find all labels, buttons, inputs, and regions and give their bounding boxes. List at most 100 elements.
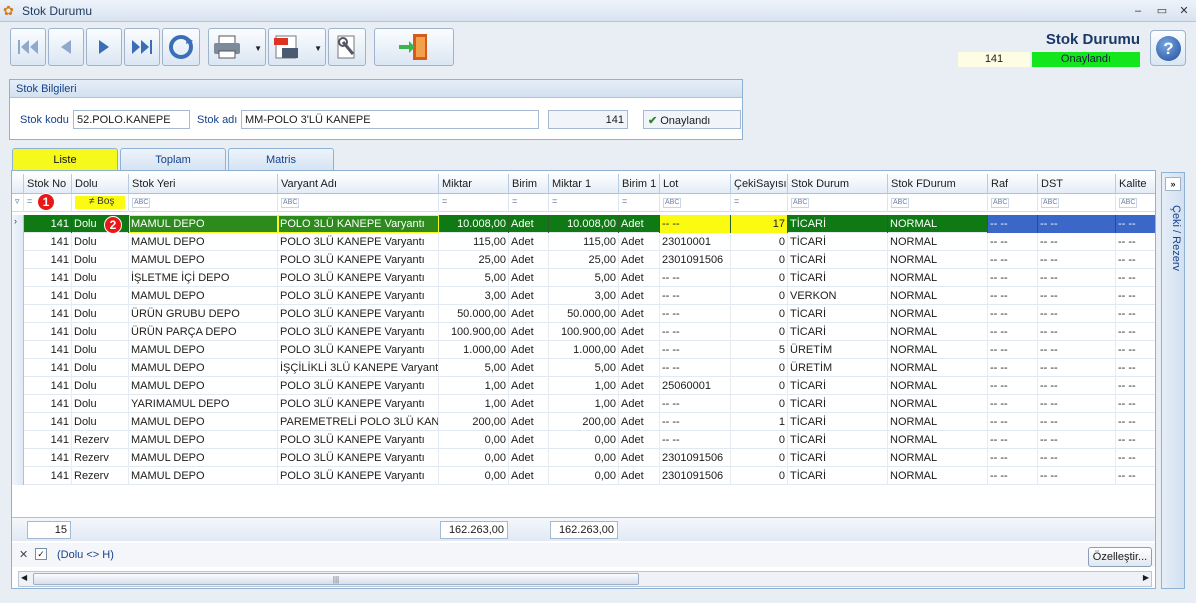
column-header-lot[interactable]: Lot [660,174,731,194]
row-indicator[interactable] [12,413,24,431]
column-header-ceki-sayisi[interactable]: ÇekiSayısı [731,174,788,194]
next-record-button[interactable] [86,28,122,66]
filter-cell-varyant-adi[interactable]: ABC [278,194,439,212]
filter-cell-lot[interactable]: ABC [660,194,731,212]
print-dropdown-icon[interactable]: ▼ [254,44,262,53]
dolu-filter-value[interactable]: ≠ Boş [75,196,125,209]
table-row[interactable]: 141 Dolu ÜRÜN PARÇA DEPO POLO 3LÜ KANEPE Va… [12,323,1155,341]
table-row[interactable]: 141 Dolu MAMUL DEPO POLO 3LÜ KANEPE Varyant… [12,233,1155,251]
filter-icon[interactable]: ▿ [12,194,24,212]
table-row[interactable]: 141 Rezerv MAMUL DEPO POLO 3LÜ KANEPE Varya… [12,449,1155,467]
cell-birim-1: Adet [619,323,660,341]
customize-button[interactable]: Özelleştir... [1088,547,1152,567]
filter-cell-miktar-1[interactable]: = [549,194,619,212]
table-row[interactable]: 141 Dolu MAMUL DEPO POLO 3LÜ KANEPE Varyant… [12,287,1155,305]
text-filter-icon: ABC [1119,198,1138,208]
maximize-icon[interactable]: ▭ [1154,3,1170,19]
filter-cell-stok-yeri[interactable]: ABC [129,194,278,212]
table-row[interactable]: 141 Dolu MAMUL DEPO POLO 3LÜ KANEPE Varyant… [12,251,1155,269]
row-indicator[interactable] [12,377,24,395]
text-filter-icon: ABC [132,198,151,208]
cell-varyant-adi: İŞÇİLİKLİ 3LÜ KANEPE Varyantı [278,359,439,377]
column-header-birim-1[interactable]: Birim 1 [619,174,660,194]
filter-cell-kalite[interactable]: ABC [1116,194,1155,212]
close-icon[interactable]: ✕ [1176,3,1192,19]
row-indicator[interactable] [12,251,24,269]
scroll-right-icon[interactable]: ▶ [1143,573,1149,582]
tab-toplam[interactable]: Toplam [120,148,226,170]
table-row[interactable]: 141 Dolu MAMUL DEPO POLO 3LÜ KANEPE Varyant… [12,341,1155,359]
exit-button[interactable] [374,28,454,66]
column-header-stok-fdurum[interactable]: Stok FDurum [888,174,988,194]
row-indicator[interactable] [12,467,24,485]
filter-cell-raf[interactable]: ABC [988,194,1038,212]
filter-cell-ceki-sayisi[interactable]: = [731,194,788,212]
horizontal-scrollbar[interactable]: ◀ ||| ▶ [18,571,1152,587]
row-indicator[interactable] [12,431,24,449]
text-filter-icon: ABC [791,198,810,208]
column-header-stok-no[interactable]: Stok No [24,174,72,194]
row-indicator[interactable] [12,395,24,413]
column-header-stok-yeri[interactable]: Stok Yeri [129,174,278,194]
column-header-dolu[interactable]: Dolu [72,174,129,194]
column-header-dst[interactable]: DST [1038,174,1116,194]
stock-code-field[interactable]: 52.POLO.KANEPE [73,110,190,129]
help-button[interactable]: ? [1150,30,1186,66]
side-panel[interactable]: » Çeki / Rezerv [1161,172,1185,589]
row-indicator[interactable] [12,341,24,359]
tab-liste[interactable]: Liste [12,148,118,172]
filter-cell-dolu[interactable]: ≠ Boş [72,194,129,212]
row-indicator[interactable] [12,449,24,467]
table-row[interactable]: 141 Dolu ÜRÜN GRUBU DEPO POLO 3LÜ KANEPE Va… [12,305,1155,323]
column-header-miktar[interactable]: Miktar [439,174,509,194]
first-record-button[interactable] [10,28,46,66]
row-indicator[interactable] [12,233,24,251]
tab-matris[interactable]: Matris [228,148,334,170]
cell-miktar-1: 5,00 [549,269,619,287]
row-indicator[interactable] [12,359,24,377]
row-indicator[interactable] [12,305,24,323]
column-header-kalite[interactable]: Kalite [1116,174,1155,194]
row-indicator[interactable]: › [12,215,24,233]
filter-cell-dst[interactable]: ABC [1038,194,1116,212]
previous-record-button[interactable] [48,28,84,66]
cell-stok-yeri: MAMUL DEPO [129,341,278,359]
table-row[interactable]: 141 Dolu MAMUL DEPO İŞÇİLİKLİ 3LÜ KANEPE Va… [12,359,1155,377]
table-row[interactable]: › 141 Dolu MAMUL DEPO POLO 3LÜ KANEPE Varyan… [12,215,1155,233]
table-row[interactable]: 141 Rezerv MAMUL DEPO POLO 3LÜ KANEPE Varya… [12,431,1155,449]
filter-cell-birim[interactable]: = [509,194,549,212]
filter-cell-stok-fdurum[interactable]: ABC [888,194,988,212]
filter-cell-birim-1[interactable]: = [619,194,660,212]
clear-filter-icon[interactable]: ✕ [19,548,28,561]
table-row[interactable]: 141 Dolu MAMUL DEPO POLO 3LÜ KANEPE Varyant… [12,377,1155,395]
expand-icon[interactable]: » [1165,177,1181,191]
table-row[interactable]: 141 Dolu YARIMAMUL DEPO POLO 3LÜ KANEPE Var… [12,395,1155,413]
filter-expression[interactable]: (Dolu <> H) [57,549,114,561]
filter-cell-miktar[interactable]: = [439,194,509,212]
column-header-raf[interactable]: Raf [988,174,1038,194]
cell-stok-durum: TİCARİ [788,215,888,233]
stock-name-field[interactable]: MM-POLO 3'LÜ KANEPE [241,110,539,129]
scroll-left-icon[interactable]: ◀ [21,573,27,582]
row-indicator[interactable] [12,269,24,287]
column-header-birim[interactable]: Birim [509,174,549,194]
scroll-thumb[interactable]: ||| [33,573,639,585]
table-row[interactable]: 141 Dolu MAMUL DEPO PAREMETRELİ POLO 3LÜ KA… [12,413,1155,431]
print-button[interactable]: ▼ [208,28,266,66]
column-header-miktar-1[interactable]: Miktar 1 [549,174,619,194]
filter-checkbox[interactable]: ✓ [35,548,47,560]
minimize-icon[interactable]: – [1130,3,1146,19]
settings-button[interactable] [328,28,366,66]
row-indicator[interactable] [12,287,24,305]
row-indicator[interactable] [12,323,24,341]
last-record-button[interactable] [124,28,160,66]
export-button[interactable]: ▼ [268,28,326,66]
table-row[interactable]: 141 Dolu İŞLETME İÇİ DEPO POLO 3LÜ KANEPE V… [12,269,1155,287]
refresh-button[interactable] [162,28,200,66]
cell-stok-durum: TİCARİ [788,413,888,431]
column-header-stok-durum[interactable]: Stok Durum [788,174,888,194]
column-header-varyant-adi[interactable]: Varyant Adı [278,174,439,194]
table-row[interactable]: 141 Rezerv MAMUL DEPO POLO 3LÜ KANEPE Varya… [12,467,1155,485]
filter-cell-stok-durum[interactable]: ABC [788,194,888,212]
export-dropdown-icon[interactable]: ▼ [314,44,322,53]
